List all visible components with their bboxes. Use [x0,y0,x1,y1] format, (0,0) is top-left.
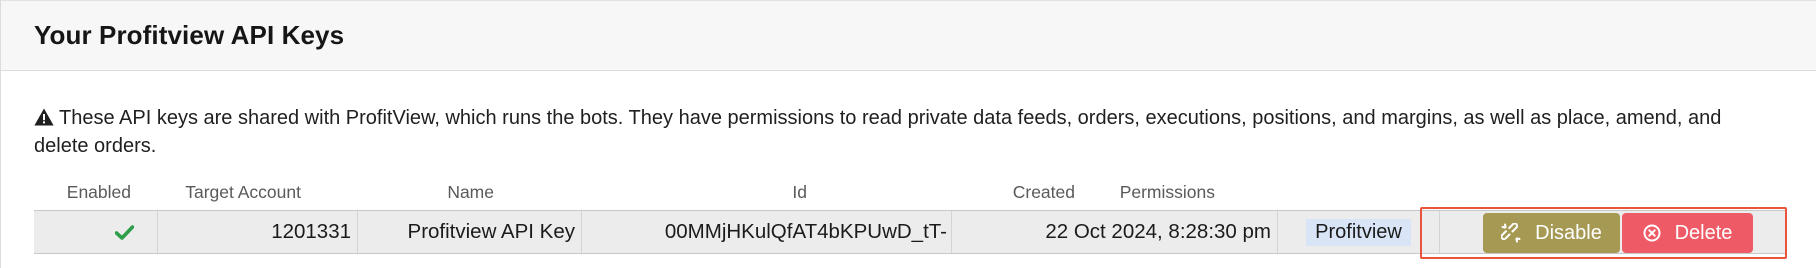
checkmark-icon [114,224,134,240]
warning-triangle-icon [34,108,54,126]
key-name-cell: Profitview API Key [407,220,575,243]
permissions-cell: Profitview [1278,211,1439,253]
header-created: Created [1012,182,1075,202]
header-permissions: Permissions [1119,182,1215,202]
delete-label: Delete [1674,221,1733,244]
circle-x-icon [1643,224,1661,242]
header-target-account: Target Account [185,182,301,202]
panel-header: Your Profitview API Keys [1,0,1816,71]
table-header: Enabled Target Account Name Id Created P… [34,176,1787,210]
notice-text: These API keys are shared with ProfitVie… [34,107,1722,157]
table-row: 1201331 Profitview API Key 00MMjHKulQfAT… [34,207,1787,259]
page-title: Your Profitview API Keys [34,20,345,50]
created-cell: 22 Oct 2024, 8:28:30 pm [1045,220,1271,243]
disable-label: Disable [1535,221,1602,244]
header-name: Name [447,182,494,202]
permissions-notice: These API keys are shared with ProfitVie… [34,104,1754,160]
header-id: Id [792,182,807,202]
row-actions-highlight: Disable Delete [1420,207,1787,259]
api-keys-panel: Your Profitview API Keys These API keys … [0,0,1816,268]
permission-badge: Profitview [1306,218,1411,246]
header-enabled: Enabled [66,182,131,202]
broken-link-icon [1501,223,1521,243]
key-id-cell: 00MMjHKulQfAT4bKPUwD_tT- [664,220,947,243]
delete-button[interactable]: Delete [1622,213,1753,253]
target-account-cell: 1201331 [271,220,351,243]
disable-button[interactable]: Disable [1483,213,1620,253]
api-keys-table: Enabled Target Account Name Id Created P… [34,176,1787,259]
enabled-cell[interactable] [109,211,139,253]
